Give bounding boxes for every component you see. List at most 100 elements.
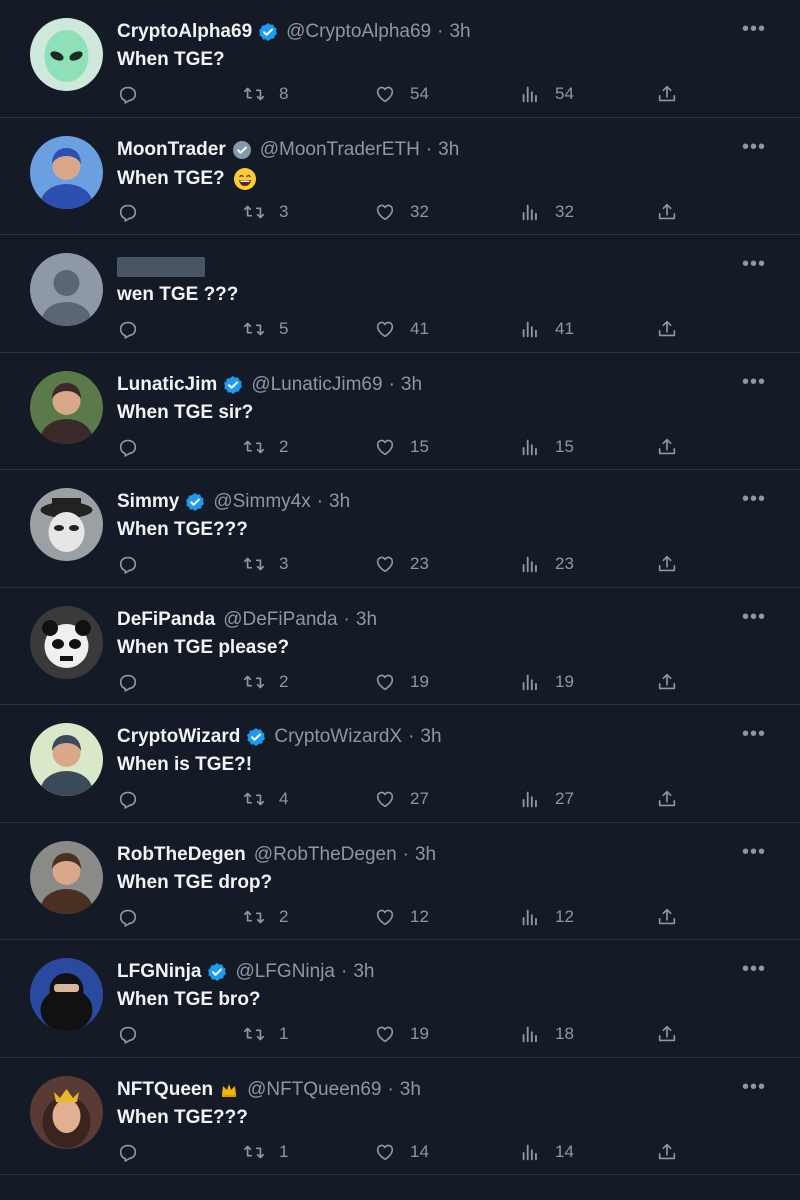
more-icon[interactable]: ••• [742,607,766,627]
avatar[interactable] [30,1075,103,1149]
avatar[interactable] [30,958,103,1031]
like-button[interactable]: 15 [374,435,429,459]
retweet-button[interactable]: 4 [243,787,288,811]
views-button[interactable]: 14 [519,1140,574,1164]
like-count: 23 [410,554,429,573]
avatar[interactable] [30,605,103,679]
avatar[interactable] [30,370,103,444]
display-name[interactable]: LFGNinja [117,961,201,983]
views-button[interactable]: 32 [519,200,574,224]
views-button[interactable]: 19 [519,670,574,694]
share-button[interactable] [656,787,678,811]
reply-button[interactable] [117,1140,139,1164]
timestamp[interactable]: 3h [400,1079,421,1101]
timestamp[interactable]: 3h [415,844,436,866]
user-handle[interactable]: @LFGNinja [235,961,335,983]
share-button[interactable] [656,82,678,106]
retweet-button[interactable]: 2 [243,905,288,929]
reply-button[interactable] [117,200,139,224]
retweet-button[interactable]: 3 [243,552,288,576]
more-icon[interactable]: ••• [742,137,766,157]
like-button[interactable]: 12 [374,905,429,929]
display-name[interactable]: CryptoWizard [117,726,240,748]
share-icon [656,788,678,810]
retweet-button[interactable]: 2 [243,670,288,694]
share-button[interactable] [656,905,678,929]
views-button[interactable]: 27 [519,787,574,811]
timestamp[interactable]: 3h [356,609,377,631]
like-button[interactable]: 27 [374,787,429,811]
display-name[interactable]: DeFiPanda [117,609,215,631]
user-handle[interactable]: @LunaticJim69 [251,374,382,396]
timestamp[interactable]: 3h [329,491,350,513]
more-icon[interactable]: ••• [742,489,766,509]
display-name[interactable]: Simmy [117,491,179,513]
reply-button[interactable] [117,787,139,811]
retweet-button[interactable]: 8 [243,82,288,106]
timestamp[interactable]: 3h [420,726,441,748]
avatar[interactable] [30,840,103,914]
retweet-button[interactable]: 1 [243,1140,288,1164]
user-handle[interactable]: @DeFiPanda [223,609,337,631]
avatar[interactable] [30,18,103,91]
views-button[interactable]: 18 [519,1022,574,1046]
display-name[interactable]: MoonTrader [117,139,226,161]
display-name[interactable]: LunaticJim [117,374,217,396]
user-handle[interactable]: CryptoWizardX [274,726,402,748]
avatar[interactable] [30,135,103,209]
timestamp[interactable]: 3h [401,374,422,396]
like-button[interactable]: 41 [374,317,429,341]
share-button[interactable] [656,317,678,341]
views-button[interactable]: 54 [519,82,574,106]
display-name[interactable]: CryptoAlpha69 [117,21,252,43]
retweet-button[interactable]: 3 [243,200,288,224]
avatar[interactable] [30,723,103,796]
user-handle[interactable]: @NFTQueen69 [247,1079,381,1101]
reply-button[interactable] [117,82,139,106]
retweet-button[interactable]: 2 [243,435,288,459]
reply-tweet: RobTheDegen @RobTheDegen · 3h ••• When TGE dr… [0,823,800,940]
user-handle[interactable]: @Simmy4x [213,491,310,513]
retweet-button[interactable]: 5 [243,317,288,341]
like-button[interactable]: 19 [374,1022,429,1046]
share-button[interactable] [656,1022,678,1046]
reply-button[interactable] [117,905,139,929]
more-icon[interactable]: ••• [742,19,766,39]
more-icon[interactable]: ••• [742,842,766,862]
share-button[interactable] [656,200,678,224]
avatar[interactable] [30,253,103,326]
views-button[interactable]: 12 [519,905,574,929]
reply-button[interactable] [117,670,139,694]
timestamp[interactable]: 3h [438,139,459,161]
views-button[interactable]: 23 [519,552,574,576]
share-button[interactable] [656,435,678,459]
retweet-button[interactable]: 1 [243,1022,288,1046]
more-icon[interactable]: ••• [742,959,766,979]
timestamp[interactable]: 3h [353,961,374,983]
more-icon[interactable]: ••• [742,724,766,744]
like-button[interactable]: 19 [374,670,429,694]
user-handle[interactable]: @MoonTraderETH [260,139,420,161]
share-button[interactable] [656,552,678,576]
user-handle[interactable]: @CryptoAlpha69 [286,21,431,43]
share-button[interactable] [656,670,678,694]
more-icon[interactable]: ••• [742,372,766,392]
timestamp[interactable]: 3h [449,21,470,43]
display-name[interactable]: RobTheDegen [117,844,246,866]
reply-button[interactable] [117,435,139,459]
like-button[interactable]: 23 [374,552,429,576]
avatar[interactable] [30,488,103,561]
like-button[interactable]: 32 [374,200,429,224]
like-button[interactable]: 14 [374,1140,429,1164]
more-icon[interactable]: ••• [742,254,766,274]
reply-button[interactable] [117,552,139,576]
share-button[interactable] [656,1140,678,1164]
views-button[interactable]: 15 [519,435,574,459]
like-button[interactable]: 54 [374,82,429,106]
more-icon[interactable]: ••• [742,1077,766,1097]
views-button[interactable]: 41 [519,317,574,341]
reply-button[interactable] [117,1022,139,1046]
display-name[interactable]: NFTQueen [117,1079,213,1101]
user-handle[interactable]: @RobTheDegen [254,844,397,866]
reply-button[interactable] [117,317,139,341]
